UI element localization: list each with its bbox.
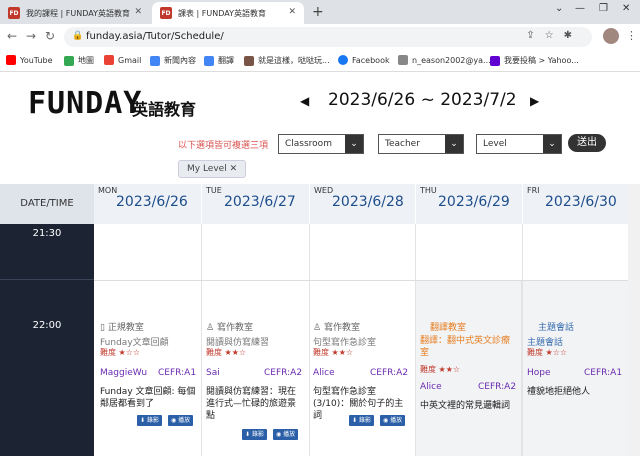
- blog-icon: [244, 55, 254, 66]
- menu-dots-icon[interactable]: ⋮: [626, 29, 637, 42]
- day-header-fri: FRI 2023/6/30: [523, 184, 628, 224]
- page-scrollbar[interactable]: [628, 184, 640, 456]
- cefr-level: CEFR:A2: [478, 382, 517, 392]
- level-stars: 難度 ★★☆: [420, 365, 461, 374]
- bookmark-gmail[interactable]: Gmail: [104, 55, 141, 65]
- session-description: 閱讀與仿寫練習：現在進行式—忙碌的旅遊景點: [206, 387, 297, 421]
- tutor-name[interactable]: Alice: [420, 382, 442, 392]
- session-description: 禮貌地拒絕他人: [527, 387, 591, 397]
- forward-arrow-icon[interactable]: →: [26, 29, 36, 43]
- chevron-down-icon: ⌄: [345, 135, 363, 153]
- recording-button[interactable]: ⬇ 錄影: [242, 429, 267, 440]
- url-text: funday.asia/Tutor/Schedule/: [86, 31, 224, 42]
- logo-subtitle: 英語教育: [132, 100, 197, 119]
- bookmark-news[interactable]: 新聞內容: [150, 55, 196, 66]
- level-stars: 難度 ★☆☆: [100, 348, 141, 357]
- browser-tab-schedule[interactable]: FD 課表 | FUNDAY英語教育 ✕: [152, 2, 304, 24]
- close-tab-icon[interactable]: ✕: [134, 7, 142, 17]
- day-header-mon: MON 2023/6/26: [94, 184, 201, 224]
- date-time-header: DATE/TIME: [0, 184, 94, 224]
- facebook-icon: [338, 55, 348, 65]
- cefr-level: CEFR:A2: [264, 368, 303, 378]
- classroom-select[interactable]: Classroom ⌄: [278, 134, 364, 154]
- cefr-level: CEFR:A1: [158, 368, 197, 378]
- classroom-label: 翻譯教室: [430, 323, 467, 333]
- cefr-level: CEFR:A1: [584, 368, 623, 378]
- schedule-grid: DATE/TIME MON 2023/6/26 TUE 2023/6/27 WED 2…: [0, 184, 640, 456]
- classroom-label: 主題會話: [538, 323, 575, 333]
- bookmark-translate[interactable]: 翻譯: [204, 55, 234, 66]
- play-button[interactable]: ◉ 播放: [168, 415, 194, 426]
- level-stars: 難度 ★★☆: [313, 348, 354, 357]
- recording-button[interactable]: ⬇ 錄影: [349, 415, 374, 426]
- youtube-icon: [6, 55, 16, 65]
- bookmark-email[interactable]: n_eason2002@ya...: [398, 55, 491, 65]
- new-tab-plus-icon[interactable]: +: [312, 4, 324, 20]
- level-stars: 難度 ★★☆: [206, 348, 247, 357]
- news-icon: [150, 55, 160, 66]
- bookmark-youtube[interactable]: YouTube: [6, 55, 53, 65]
- browser-tab-my-courses[interactable]: FD 我的課程 | FUNDAY英語教育 ✕: [0, 2, 150, 24]
- day-header-wed: WED 2023/6/28: [310, 184, 415, 224]
- week-date-range: 2023/6/26 ~ 2023/7/2: [328, 90, 517, 110]
- close-window-icon[interactable]: ✕: [622, 3, 630, 14]
- time-slot-2130: 21:30: [0, 224, 94, 280]
- session-description: 中英文裡的常見邏輯詞: [420, 401, 511, 411]
- bookmark-yahoo[interactable]: 我要投稿 > Yahoo...: [490, 55, 579, 66]
- browser-tab-bar: FD 我的課程 | FUNDAY英語教育 ✕ FD 課表 | FUNDAY英語教…: [0, 0, 640, 24]
- session-description: Funday 文章回顧: 每個鄰居都看到了: [100, 387, 196, 409]
- restore-icon[interactable]: ❐: [599, 3, 608, 14]
- tab-label: 課表 | FUNDAY英語教育: [178, 8, 266, 18]
- browser-toolbar: ← → ↻ 🔒 funday.asia/Tutor/Schedule/ ⇪☆✱: [0, 24, 640, 50]
- next-week-arrow-icon[interactable]: ▶: [530, 94, 539, 108]
- play-button[interactable]: ◉ 播放: [273, 429, 299, 440]
- omnibox-action-icons[interactable]: ⇪☆✱: [526, 30, 582, 41]
- chevron-down-icon: ⌄: [543, 135, 561, 153]
- minimize-icon[interactable]: —: [575, 3, 585, 14]
- funday-favicon-icon: FD: [160, 7, 172, 19]
- remove-chip-x-icon[interactable]: ✕: [230, 164, 238, 174]
- prev-week-arrow-icon[interactable]: ◀: [300, 94, 309, 108]
- play-button[interactable]: ◉ 播放: [380, 415, 406, 426]
- gmail-icon: [104, 55, 114, 65]
- funday-favicon-icon: FD: [8, 7, 20, 19]
- maps-icon: [64, 55, 74, 66]
- bookmark-maps[interactable]: 地圖: [64, 55, 94, 66]
- funday-logo[interactable]: FUNDAY: [28, 86, 142, 121]
- chevron-down-icon: ⌄: [445, 135, 463, 153]
- classroom-label: ♙ 寫作教室: [313, 323, 360, 333]
- day-header-tue: TUE 2023/6/27: [202, 184, 309, 224]
- back-arrow-icon[interactable]: ←: [7, 29, 17, 43]
- filter-hint: 以下選項皆可複選三項: [178, 141, 269, 151]
- level-stars: 難度 ★☆☆: [527, 348, 568, 357]
- filter-chip-my-level[interactable]: My Level ✕: [178, 160, 247, 178]
- submit-button[interactable]: 送出: [568, 134, 606, 152]
- translate-icon: [204, 55, 214, 66]
- tutor-name[interactable]: Sai: [206, 368, 220, 378]
- day-header-thu: THU 2023/6/29: [416, 184, 522, 224]
- teacher-select[interactable]: Teacher ⌄: [378, 134, 464, 154]
- profile-avatar[interactable]: [603, 28, 619, 44]
- tutor-name[interactable]: Alice: [313, 368, 335, 378]
- bookmark-blog[interactable]: 就是這樣，哒哒玩...: [244, 55, 330, 66]
- tutor-name[interactable]: MaggieWu: [100, 368, 147, 378]
- tab-label: 我的課程 | FUNDAY英語教育: [26, 8, 130, 18]
- close-tab-icon[interactable]: ✕: [288, 7, 296, 17]
- lock-icon: 🔒: [72, 31, 84, 41]
- tab-search-chevron-icon[interactable]: ⌄: [555, 3, 563, 14]
- classroom-label: ♙ 寫作教室: [206, 323, 253, 333]
- cefr-level: CEFR:A2: [370, 368, 409, 378]
- tutor-name[interactable]: Hope: [527, 368, 551, 378]
- time-slot-2200: 22:00: [0, 280, 94, 456]
- level-select[interactable]: Level ⌄: [476, 134, 562, 154]
- recording-button[interactable]: ⬇ 錄影: [137, 415, 162, 426]
- bookmark-facebook[interactable]: Facebook: [338, 55, 390, 65]
- bookmarks-bar: YouTube 地圖 Gmail 新聞內容 翻譯 就是這樣，哒哒玩... Fac…: [0, 50, 640, 72]
- session-topic: 翻譯：翻中式英文診療室: [420, 336, 511, 358]
- yahoo-icon: [490, 55, 500, 66]
- reload-icon[interactable]: ↻: [45, 29, 55, 43]
- document-icon: [398, 55, 408, 65]
- classroom-label: ▯ 正規教室: [100, 323, 144, 333]
- address-bar[interactable]: 🔒 funday.asia/Tutor/Schedule/ ⇪☆✱: [64, 27, 592, 47]
